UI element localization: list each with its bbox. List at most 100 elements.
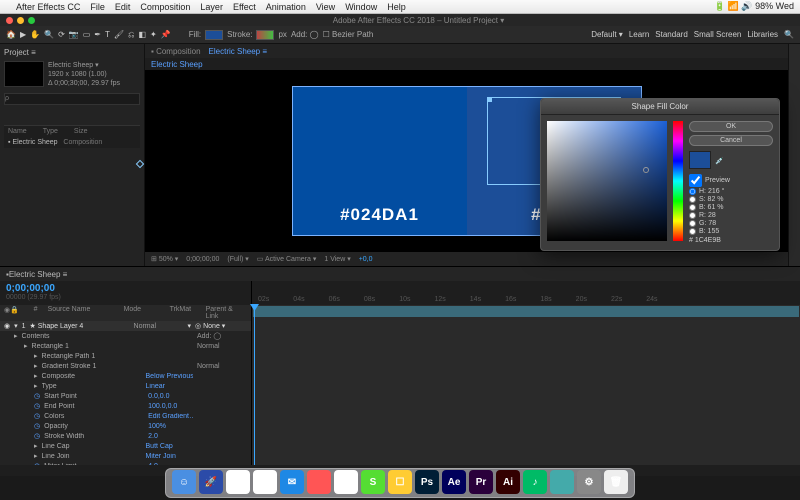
property-row[interactable]: ▸ Rectangle Path 1 bbox=[0, 351, 251, 361]
window-controls[interactable] bbox=[6, 17, 35, 24]
menu-item[interactable]: Window bbox=[345, 2, 377, 12]
stroke-px[interactable]: px bbox=[278, 30, 286, 39]
time-display[interactable]: 0;00;00;00 bbox=[186, 256, 219, 263]
menu-item[interactable]: Help bbox=[387, 2, 406, 12]
property-row[interactable]: ▸ Line CapButt Cap bbox=[0, 441, 251, 451]
cancel-button[interactable]: Cancel bbox=[689, 135, 773, 146]
col-type[interactable]: Type bbox=[43, 128, 58, 135]
property-row[interactable]: ◷ End Point100.0,0.0 bbox=[0, 401, 251, 411]
views-select[interactable]: 1 View ▾ bbox=[324, 255, 350, 263]
property-row[interactable]: ◷ Miter Limit4.0 bbox=[0, 461, 251, 465]
tool-stamp-icon[interactable]: ⎌ bbox=[128, 30, 134, 40]
layer-row[interactable]: ◉▾1 ★ Shape Layer 4 Normal▾ ◎ None ▾ bbox=[0, 321, 251, 331]
tool-pen-icon[interactable]: ✒ bbox=[94, 30, 101, 39]
stroke-swatch[interactable] bbox=[256, 30, 274, 40]
dock-app[interactable]: ✉ bbox=[280, 470, 304, 494]
dock-app[interactable]: Ai bbox=[496, 470, 520, 494]
tool-brush-icon[interactable]: 🖌 bbox=[114, 30, 124, 39]
menu-item[interactable]: Composition bbox=[140, 2, 190, 12]
property-row[interactable]: ▸ TypeLinear bbox=[0, 381, 251, 391]
property-row[interactable]: ▸ Gradient Stroke 1Normal bbox=[0, 361, 251, 371]
rgb-r[interactable]: R: 28 bbox=[689, 212, 773, 219]
dock-app[interactable] bbox=[550, 470, 574, 494]
property-row[interactable]: ▸ ContentsAdd: ◯ bbox=[0, 331, 251, 341]
dock-app[interactable]: 🚀 bbox=[199, 470, 223, 494]
hsb-h[interactable]: H: 216 ° bbox=[689, 188, 773, 195]
tool-text-icon[interactable]: T bbox=[105, 30, 110, 39]
dock-app[interactable] bbox=[307, 470, 331, 494]
color-field[interactable] bbox=[547, 121, 667, 241]
property-row[interactable]: ▸ Line JoinMiter Join bbox=[0, 451, 251, 461]
dock-app[interactable]: ♪ bbox=[523, 470, 547, 494]
dock-app[interactable]: Ae bbox=[442, 470, 466, 494]
hsb-s[interactable]: S: 82 % bbox=[689, 196, 773, 203]
menu-item[interactable]: View bbox=[316, 2, 335, 12]
rgb-b[interactable]: B: 155 bbox=[689, 228, 773, 235]
home-icon[interactable]: 🏠 bbox=[6, 30, 16, 39]
workspace-tab[interactable]: Small Screen bbox=[694, 30, 742, 39]
tool-zoom-icon[interactable]: 🔍 bbox=[44, 30, 54, 39]
tool-hand-icon[interactable]: ✋ bbox=[30, 30, 40, 39]
property-row[interactable]: ◷ ColorsEdit Gradient… bbox=[0, 411, 251, 421]
menu-item[interactable]: Edit bbox=[115, 2, 131, 12]
tool-roto-icon[interactable]: ✦ bbox=[150, 30, 157, 39]
property-row[interactable]: ◷ Start Point0.0,0.0 bbox=[0, 391, 251, 401]
property-row[interactable]: ▸ CompositeBelow Previous in Same Gr bbox=[0, 371, 251, 381]
right-dock[interactable] bbox=[788, 44, 800, 266]
dock-app[interactable]: 27 bbox=[253, 470, 277, 494]
col-name[interactable]: Name bbox=[8, 128, 27, 135]
add-menu[interactable]: Add: ◯ bbox=[291, 30, 319, 39]
dock-app[interactable]: ☐ bbox=[388, 470, 412, 494]
workspace-tab[interactable]: Learn bbox=[629, 30, 649, 39]
property-row[interactable]: ◷ Stroke Width2.0 bbox=[0, 431, 251, 441]
project-search[interactable] bbox=[4, 93, 140, 105]
camera-select[interactable]: ▭ Active Camera ▾ bbox=[257, 255, 317, 263]
dock-app[interactable] bbox=[226, 470, 250, 494]
comp-subtab[interactable]: Electric Sheep bbox=[151, 60, 203, 69]
workspace-tab[interactable]: Standard bbox=[655, 30, 687, 39]
hex-field[interactable]: # 1C4E9B bbox=[689, 237, 773, 244]
dock-app[interactable]: ☺ bbox=[172, 470, 196, 494]
property-row[interactable]: ▸ Rectangle 1Normal bbox=[0, 341, 251, 351]
eyedropper-icon[interactable]: 💉 bbox=[715, 157, 724, 165]
menu-item[interactable]: After Effects CC bbox=[16, 2, 80, 12]
dock-app[interactable]: ⚙ bbox=[577, 470, 601, 494]
time-ruler[interactable]: 02s04s06s08s10s12s14s16s18s20s22s24s bbox=[252, 281, 800, 305]
dock-app[interactable]: 🗑 bbox=[604, 470, 628, 494]
tool-puppet-icon[interactable]: 📌 bbox=[161, 30, 171, 39]
tool-camera-icon[interactable]: 📷 bbox=[69, 30, 79, 39]
res-select[interactable]: (Full) ▾ bbox=[227, 255, 248, 263]
rgb-g[interactable]: G: 78 bbox=[689, 220, 773, 227]
dock-app[interactable]: S bbox=[361, 470, 385, 494]
hsb-b[interactable]: B: 61 % bbox=[689, 204, 773, 211]
tool-eraser-icon[interactable]: ◧ bbox=[138, 30, 146, 39]
current-time[interactable]: 0;00;00;00 bbox=[6, 283, 245, 294]
dock-app[interactable]: ✎ bbox=[334, 470, 358, 494]
dock-app[interactable]: Ps bbox=[415, 470, 439, 494]
menu-item[interactable]: File bbox=[90, 2, 105, 12]
playhead[interactable] bbox=[254, 305, 255, 465]
color-cursor-icon[interactable] bbox=[643, 167, 649, 173]
dock-app[interactable]: Pr bbox=[469, 470, 493, 494]
comp-thumbnail[interactable] bbox=[4, 61, 44, 87]
menu-item[interactable]: Effect bbox=[233, 2, 256, 12]
workspace-select[interactable]: Default ▾ bbox=[591, 30, 623, 39]
workspace-tab[interactable]: Libraries bbox=[747, 30, 778, 39]
project-item[interactable]: ▪ Electric Sheep Composition bbox=[4, 137, 140, 148]
tool-shape-icon[interactable]: ▭ bbox=[83, 30, 91, 39]
hue-slider[interactable] bbox=[673, 121, 683, 241]
viewer-tab[interactable]: Electric Sheep ≡ bbox=[209, 47, 267, 56]
bezier-check[interactable]: ☐ Bezier Path bbox=[323, 30, 374, 39]
property-row[interactable]: ◷ Opacity100% bbox=[0, 421, 251, 431]
tool-rotate-icon[interactable]: ⟳ bbox=[58, 30, 65, 39]
timeline-tab[interactable]: Electric Sheep ≡ bbox=[9, 270, 67, 279]
menu-item[interactable]: Animation bbox=[266, 2, 306, 12]
zoom-select[interactable]: ⊞ 50% ▾ bbox=[151, 255, 178, 263]
fill-swatch[interactable] bbox=[205, 30, 223, 40]
timeline-tracks[interactable] bbox=[252, 305, 800, 465]
col-size[interactable]: Size bbox=[74, 128, 88, 135]
project-tab[interactable]: Project ≡ bbox=[4, 48, 140, 57]
search-icon[interactable]: 🔍 bbox=[784, 30, 794, 39]
tool-select-icon[interactable]: ▶ bbox=[20, 30, 26, 39]
ok-button[interactable]: OK bbox=[689, 121, 773, 132]
